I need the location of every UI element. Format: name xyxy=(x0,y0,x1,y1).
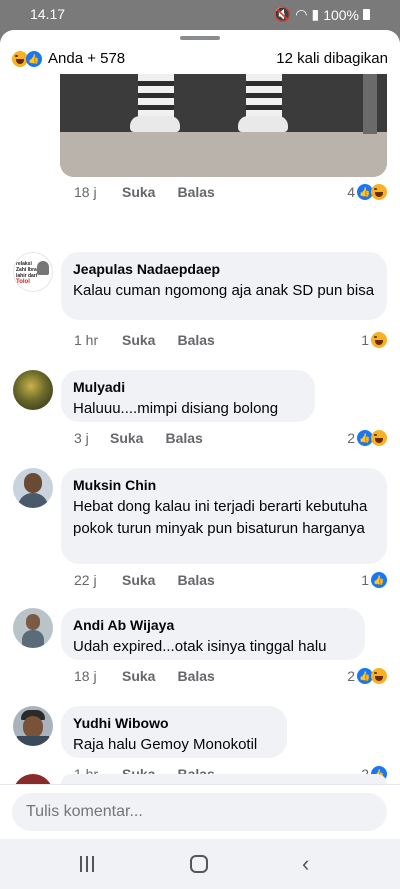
haha-icon xyxy=(371,430,387,446)
reaction-count[interactable]: 4 👍 xyxy=(347,184,387,200)
like-icon: 👍 xyxy=(371,572,387,588)
reply-button[interactable]: Balas xyxy=(177,572,214,588)
haha-icon xyxy=(371,332,387,348)
sheet-header: 👍 Anda + 578 12 kali dibagikan xyxy=(0,44,400,74)
comment-text: Haluuu....mimpi disiang bolong xyxy=(73,400,279,417)
reactions-summary[interactable]: 👍 Anda + 578 xyxy=(12,50,125,67)
comment-author[interactable]: Muksin Chin xyxy=(73,476,375,494)
comments-sheet: 👍 Anda + 578 12 kali dibagikan 18 j Suka… xyxy=(0,30,400,889)
status-bar: 14.17 🔇 ◠ ▮ 100% xyxy=(0,0,400,30)
comment-text: Raja halu Gemoy Monokotil xyxy=(73,736,258,753)
comment-meta: 22 j Suka Balas xyxy=(74,572,215,588)
reaction-count[interactable]: 2 👍 xyxy=(347,430,387,446)
wifi-icon: ◠ xyxy=(295,6,308,22)
comment-image[interactable] xyxy=(60,74,387,177)
drag-handle[interactable] xyxy=(180,36,220,40)
status-time: 14.17 xyxy=(30,6,66,22)
like-icon: 👍 xyxy=(26,50,42,67)
comment-bubble[interactable]: Mulyadi Haluuu....mimpi disiang bolong xyxy=(61,370,315,422)
comment-text: Kalau cuman ngomong aja anak SD pun bisa xyxy=(73,282,375,299)
avatar[interactable] xyxy=(13,468,53,508)
reply-button[interactable]: Balas xyxy=(177,668,214,684)
comment-bubble[interactable]: Andi Ab Wijaya Udah expired...otak isiny… xyxy=(61,608,365,660)
home-icon[interactable] xyxy=(190,855,208,873)
comment-bubble[interactable]: Jeapulas Nadaepdaep Kalau cuman ngomong … xyxy=(61,252,387,320)
avatar[interactable] xyxy=(13,774,53,784)
reply-button[interactable]: Balas xyxy=(165,430,202,446)
comment-text: Udah expired...otak isinya tinggal halu xyxy=(73,638,327,655)
like-button[interactable]: Suka xyxy=(122,184,155,200)
comment-bubble[interactable] xyxy=(61,774,387,784)
reactors-label: Anda + 578 xyxy=(48,50,126,67)
haha-icon xyxy=(371,184,387,200)
reply-button[interactable]: Balas xyxy=(177,332,214,348)
comment-list[interactable]: 18 j Suka Balas 4 👍 relaksi Zahi Ibrahim… xyxy=(0,74,400,784)
haha-icon xyxy=(371,668,387,684)
comment-author[interactable]: Yudhi Wibowo xyxy=(73,714,275,732)
reaction-count[interactable]: 1 👍 xyxy=(361,572,387,588)
signal-icon: ▮ xyxy=(311,6,320,22)
avatar[interactable] xyxy=(13,608,53,648)
comment-bubble[interactable]: Yudhi Wibowo Raja halu Gemoy Monokotil xyxy=(61,706,287,758)
status-icons: 🔇 ◠ ▮ 100% xyxy=(274,6,370,23)
comment-author[interactable]: Jeapulas Nadaepdaep xyxy=(73,260,375,278)
comment-author[interactable]: Mulyadi xyxy=(73,378,303,396)
reply-button[interactable]: Balas xyxy=(177,184,214,200)
reaction-count[interactable]: 1 xyxy=(361,332,387,348)
system-nav-bar: ‹ xyxy=(0,839,400,889)
reaction-count[interactable]: 2 👍 xyxy=(347,668,387,684)
back-icon[interactable]: ‹ xyxy=(302,853,309,875)
avatar[interactable] xyxy=(13,706,53,746)
avatar[interactable] xyxy=(13,370,53,410)
recent-apps-icon[interactable] xyxy=(78,856,96,872)
comment-meta: 3 j Suka Balas xyxy=(74,430,203,446)
like-button[interactable]: Suka xyxy=(110,430,143,446)
comment-meta: 18 j Suka Balas xyxy=(74,668,215,684)
avatar[interactable]: relaksi Zahi Ibrahim lahir dari Tolol xyxy=(13,252,53,292)
comment-meta: 1 hr Suka Balas xyxy=(74,332,215,348)
comment-input[interactable] xyxy=(12,793,387,831)
mute-icon: 🔇 xyxy=(273,6,292,22)
comment-text: Hebat dong kalau ini terjadi berarti keb… xyxy=(73,498,368,537)
comment-bubble[interactable]: Muksin Chin Hebat dong kalau ini terjadi… xyxy=(61,468,387,564)
comment-author[interactable]: Andi Ab Wijaya xyxy=(73,616,353,634)
battery-icon xyxy=(363,9,370,20)
like-button[interactable]: Suka xyxy=(122,332,155,348)
battery-percent: 100% xyxy=(323,6,359,23)
like-button[interactable]: Suka xyxy=(122,668,155,684)
share-count[interactable]: 12 kali dibagikan xyxy=(276,50,388,67)
comment-meta: 18 j Suka Balas xyxy=(74,184,215,200)
comment-composer xyxy=(0,784,400,839)
like-button[interactable]: Suka xyxy=(122,572,155,588)
